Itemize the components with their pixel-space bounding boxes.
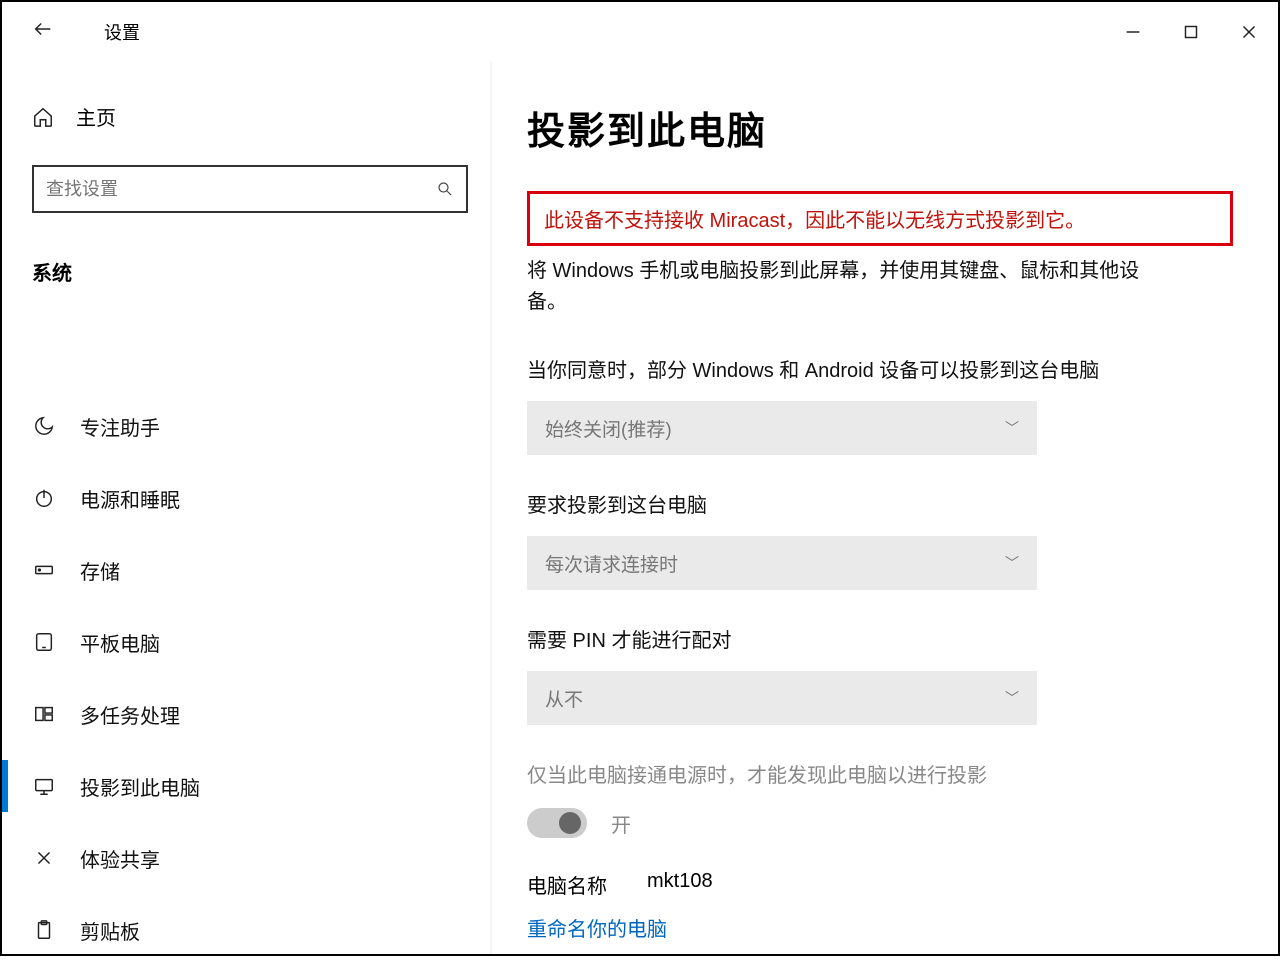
content-pane: 投影到此电脑 此设备不支持接收 Miracast，因此不能以无线方式投影到它。 …	[492, 62, 1278, 954]
moon-icon	[33, 415, 55, 437]
close-icon	[1238, 21, 1260, 43]
truncated-nav-item	[78, 330, 468, 350]
titlebar: 设置	[2, 2, 1278, 62]
nav-label: 剪贴板	[80, 916, 140, 945]
nav-label: 专注助手	[80, 412, 160, 441]
nav-label: 投影到此电脑	[80, 772, 200, 801]
sidebar-item-tablet[interactable]: 平板电脑	[32, 606, 468, 678]
nav-label: 多任务处理	[80, 700, 180, 729]
pc-name-row: 电脑名称 mkt108	[527, 870, 1233, 899]
setting-require-pin: 需要 PIN 才能进行配对 从不 ﹀	[527, 624, 1233, 725]
nav-label: 存储	[80, 556, 120, 585]
setting-label: 要求投影到这台电脑	[527, 489, 1233, 518]
toggle-knob	[559, 812, 581, 834]
storage-icon	[33, 559, 55, 581]
setting-ask-to-project: 要求投影到这台电脑 每次请求连接时 ﹀	[527, 489, 1233, 590]
pc-name-label: 电脑名称	[527, 870, 607, 899]
power-only-label: 仅当此电脑接通电源时，才能发现此电脑以进行投影	[527, 759, 1233, 788]
setting-projection-permission: 当你同意时，部分 Windows 和 Android 设备可以投影到这台电脑 始…	[527, 354, 1233, 455]
dropdown-projection-permission[interactable]: 始终关闭(推荐) ﹀	[527, 401, 1037, 455]
titlebar-left: 设置	[32, 18, 140, 46]
sidebar-item-multitasking[interactable]: 多任务处理	[32, 678, 468, 750]
page-description: 将 Windows 手机或电脑投影到此屏幕，并使用其键盘、鼠标和其他设备。	[527, 256, 1167, 318]
sidebar-item-clipboard[interactable]: 剪贴板	[32, 894, 468, 966]
toggle-row: 开	[527, 808, 1233, 838]
power-only-toggle[interactable]	[527, 808, 587, 838]
arrow-left-icon	[32, 18, 54, 40]
multitask-icon	[33, 703, 55, 725]
sidebar-item-projecting[interactable]: 投影到此电脑	[32, 750, 468, 822]
home-button[interactable]: 主页	[32, 102, 468, 131]
project-icon	[33, 775, 55, 797]
dropdown-value: 从不	[545, 685, 583, 712]
pc-name-value: mkt108	[647, 870, 713, 899]
sidebar-section-label: 系统	[32, 257, 468, 286]
toggle-state-label: 开	[611, 809, 631, 838]
nav-list: 专注助手 电源和睡眠 存储 平板电脑 多任务处理 投影到此电脑	[32, 390, 468, 966]
chevron-down-icon: ﹀	[1005, 553, 1019, 573]
dropdown-ask-to-project[interactable]: 每次请求连接时 ﹀	[527, 536, 1037, 590]
minimize-button[interactable]	[1104, 2, 1162, 62]
power-icon	[33, 487, 55, 509]
dropdown-value: 每次请求连接时	[545, 550, 678, 577]
home-icon	[32, 106, 54, 128]
app-title: 设置	[104, 19, 140, 45]
rename-pc-link[interactable]: 重命名你的电脑	[527, 919, 667, 941]
close-button[interactable]	[1220, 2, 1278, 62]
maximize-icon	[1180, 21, 1202, 43]
dropdown-require-pin[interactable]: 从不 ﹀	[527, 671, 1037, 725]
chevron-down-icon: ﹀	[1005, 688, 1019, 708]
share-icon	[33, 847, 55, 869]
sidebar-item-power-sleep[interactable]: 电源和睡眠	[32, 462, 468, 534]
nav-label: 平板电脑	[80, 628, 160, 657]
search-input[interactable]	[46, 179, 436, 200]
maximize-button[interactable]	[1162, 2, 1220, 62]
page-title: 投影到此电脑	[527, 100, 1233, 155]
sidebar-item-focus-assist[interactable]: 专注助手	[32, 390, 468, 462]
home-label: 主页	[76, 102, 116, 131]
search-icon	[436, 180, 454, 198]
chevron-down-icon: ﹀	[1005, 418, 1019, 438]
setting-label: 需要 PIN 才能进行配对	[527, 624, 1233, 653]
search-box[interactable]	[32, 165, 468, 213]
nav-label: 体验共享	[80, 844, 160, 873]
sidebar: 主页 系统 专注助手 电源和睡眠 存储 平板电脑	[2, 62, 492, 954]
main-layout: 主页 系统 专注助手 电源和睡眠 存储 平板电脑	[2, 62, 1278, 954]
setting-label: 当你同意时，部分 Windows 和 Android 设备可以投影到这台电脑	[527, 354, 1233, 383]
sidebar-item-storage[interactable]: 存储	[32, 534, 468, 606]
back-button[interactable]	[32, 18, 54, 46]
window-controls	[1104, 2, 1278, 62]
sidebar-item-shared-experiences[interactable]: 体验共享	[32, 822, 468, 894]
dropdown-value: 始终关闭(推荐)	[545, 415, 672, 442]
clipboard-icon	[33, 919, 55, 941]
minimize-icon	[1122, 21, 1144, 43]
tablet-icon	[33, 631, 55, 653]
nav-label: 电源和睡眠	[80, 484, 180, 513]
miracast-unsupported-alert: 此设备不支持接收 Miracast，因此不能以无线方式投影到它。	[527, 191, 1233, 246]
